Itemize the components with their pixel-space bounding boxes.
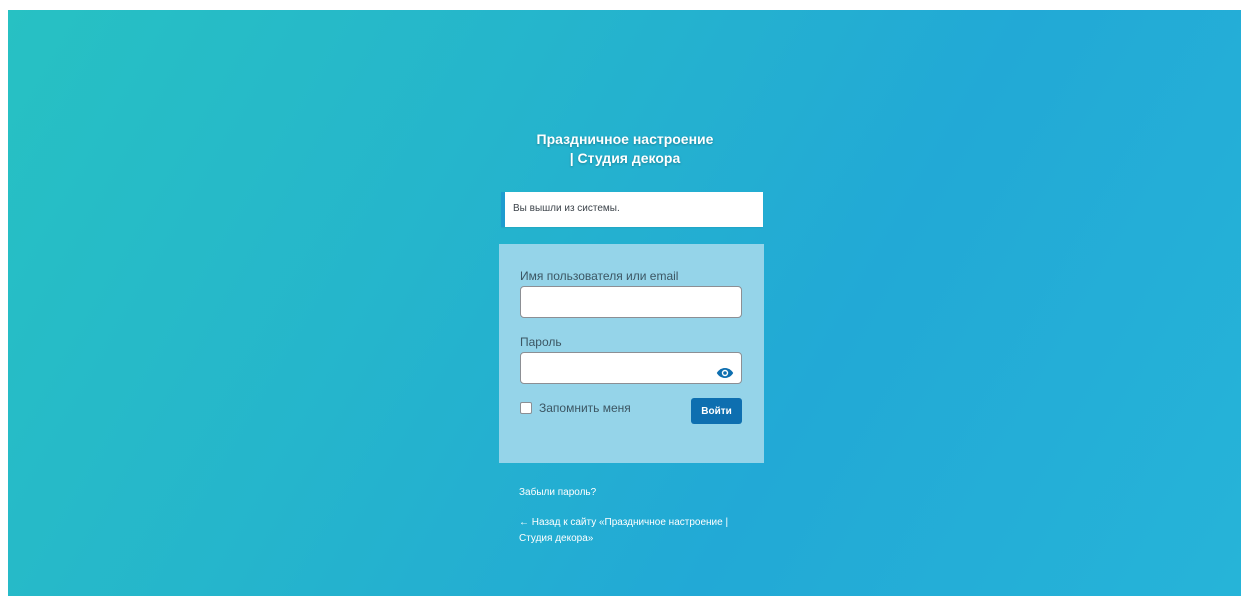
site-title-link[interactable]: Праздничное настроение | Студия декора (500, 130, 750, 168)
show-password-button[interactable] (714, 362, 736, 384)
remember-me-checkbox[interactable] (520, 402, 532, 414)
username-label: Имя пользователя или email (520, 269, 679, 283)
site-title-line2: | Студия декора (569, 150, 681, 166)
remember-me-label[interactable]: Запомнить меня (539, 401, 631, 415)
login-page-background: Праздничное настроение | Студия декора В… (8, 10, 1241, 596)
notice-text: Вы вышли из системы. (513, 203, 620, 214)
login-form: Имя пользователя или email Пароль Запомн… (499, 244, 764, 463)
eye-icon (716, 368, 734, 378)
remember-me[interactable]: Запомнить меня (520, 401, 631, 415)
password-input[interactable] (520, 352, 742, 384)
login-submit-button[interactable]: Войти (691, 398, 742, 424)
lost-password-link[interactable]: Забыли пароль? (519, 487, 596, 498)
username-input[interactable] (520, 286, 742, 318)
password-label: Пароль (520, 335, 562, 349)
logout-notice: Вы вышли из системы. (501, 192, 763, 227)
site-title-line1: Праздничное настроение (536, 131, 714, 147)
back-to-site-link[interactable]: ← Назад к сайту «Праздничное настроение … (519, 515, 759, 547)
